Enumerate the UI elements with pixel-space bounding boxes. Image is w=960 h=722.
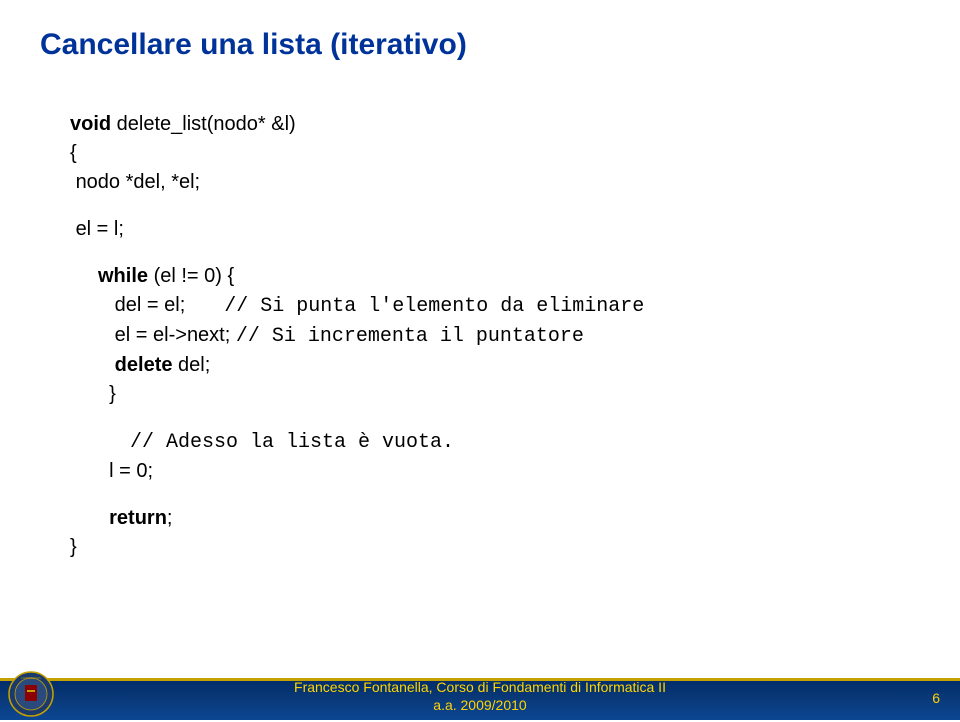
code-line: del = el; // Si punta l'elemento da elim… (98, 291, 920, 321)
keyword-while: while (98, 265, 148, 287)
code-line: while (el != 0) { (98, 262, 920, 291)
code-comment: // Adesso la lista è vuota. (130, 431, 454, 454)
seal-icon: UNIVERSITAS (8, 671, 54, 717)
code-line: } (70, 533, 920, 562)
code-comment: // Si punta l'elemento da eliminare (224, 295, 644, 318)
svg-text:UNIVERSITAS: UNIVERSITAS (21, 676, 41, 680)
slide-title: Cancellare una lista (iterativo) (40, 28, 920, 62)
slide-page: Cancellare una lista (iterativo) void de… (0, 0, 960, 720)
page-number: 6 (932, 690, 940, 706)
keyword-void: void (70, 113, 111, 135)
footer-text: Francesco Fontanella, Corso di Fondament… (0, 678, 960, 714)
code-line: el = l; (70, 215, 920, 244)
code-line: // Adesso la lista è vuota. (130, 427, 920, 457)
code-line: el = el->next; // Si incrementa il punta… (98, 321, 920, 351)
code-line: l = 0; (98, 457, 920, 486)
code-comment: // Si incrementa il puntatore (236, 325, 584, 348)
code-block: void delete_list(nodo* &l) { nodo *del, … (70, 110, 920, 562)
footer: UNIVERSITAS Francesco Fontanella, Corso … (0, 658, 960, 720)
code-line: delete del; (98, 351, 920, 380)
code-line: { (70, 139, 920, 168)
footer-line1: Francesco Fontanella, Corso di Fondament… (0, 678, 960, 696)
code-line: } (98, 380, 920, 409)
footer-line2: a.a. 2009/2010 (0, 696, 960, 714)
keyword-return: return (109, 507, 167, 529)
code-line: void delete_list(nodo* &l) (70, 110, 920, 139)
code-line: return; (98, 504, 920, 533)
code-line: nodo *del, *el; (70, 168, 920, 197)
keyword-delete: delete (115, 354, 173, 376)
